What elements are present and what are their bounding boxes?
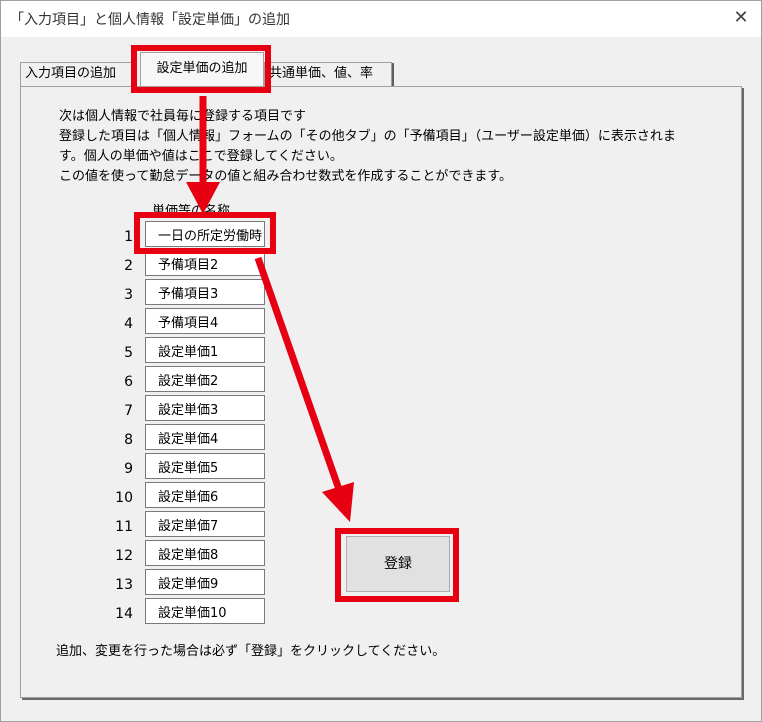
description-line: す。個人の単価や値はここで登録してください。 xyxy=(59,149,343,164)
name-field-14[interactable]: 設定単価10 xyxy=(145,598,265,624)
description-line: この値を使って勤怠データの値と組み合わせ数式を作成することができます。 xyxy=(59,169,513,184)
name-field-2[interactable]: 予備項目2 xyxy=(145,250,265,276)
row-number: 7 xyxy=(124,403,133,419)
name-field-11[interactable]: 設定単価7 xyxy=(145,511,265,537)
name-field-4[interactable]: 予備項目4 xyxy=(145,308,265,334)
row-number: 4 xyxy=(124,316,133,332)
description-line: 登録した項目は「個人情報」フォームの「その他タブ」の「予備項目」（ユーザー設定単… xyxy=(59,129,676,144)
name-field-9[interactable]: 設定単価5 xyxy=(145,453,265,479)
name-field-13[interactable]: 設定単価9 xyxy=(145,569,265,595)
tab-common-unit-price[interactable]: 共通単価、値、率 xyxy=(264,62,394,87)
row-number: 1 xyxy=(124,229,133,245)
row-number: 8 xyxy=(124,432,133,448)
name-field-1[interactable]: 一日の所定労働時 xyxy=(145,221,265,247)
row-number: 11 xyxy=(115,519,133,535)
name-field-5[interactable]: 設定単価1 xyxy=(145,337,265,363)
tab-input-items[interactable]: 入力項目の追加 xyxy=(20,62,132,86)
description-text: 次は個人情報で社員毎に登録する項目です 登録した項目は「個人情報」フォームの「そ… xyxy=(59,107,699,187)
name-field-3[interactable]: 予備項目3 xyxy=(145,279,265,305)
tab-set-unit-price[interactable]: 設定単価の追加 xyxy=(140,52,264,86)
row-number: 5 xyxy=(124,345,133,361)
row-number: 12 xyxy=(115,548,133,564)
row-number: 14 xyxy=(115,606,133,622)
row-number: 10 xyxy=(115,490,133,506)
row-number: 9 xyxy=(124,461,133,477)
row-number: 3 xyxy=(124,287,133,303)
name-field-7[interactable]: 設定単価3 xyxy=(145,395,265,421)
footer-note: 追加、変更を行った場合は必ず「登録」をクリックしてください。 xyxy=(56,644,446,659)
title-bar: 「入力項目」と個人情報「設定単価」の追加 ✕ xyxy=(1,1,761,37)
row-number: 13 xyxy=(115,577,133,593)
name-field-12[interactable]: 設定単価8 xyxy=(145,540,265,566)
description-line: 次は個人情報で社員毎に登録する項目です xyxy=(59,109,307,124)
name-field-6[interactable]: 設定単価2 xyxy=(145,366,265,392)
column-header: 単価等の名称 xyxy=(152,204,231,219)
row-number: 6 xyxy=(124,374,133,390)
name-field-8[interactable]: 設定単価4 xyxy=(145,424,265,450)
name-field-10[interactable]: 設定単価6 xyxy=(145,482,265,508)
register-button[interactable]: 登録 xyxy=(346,536,450,592)
close-icon[interactable]: ✕ xyxy=(731,7,751,29)
row-number: 2 xyxy=(124,258,133,274)
window-title: 「入力項目」と個人情報「設定単価」の追加 xyxy=(10,12,290,28)
